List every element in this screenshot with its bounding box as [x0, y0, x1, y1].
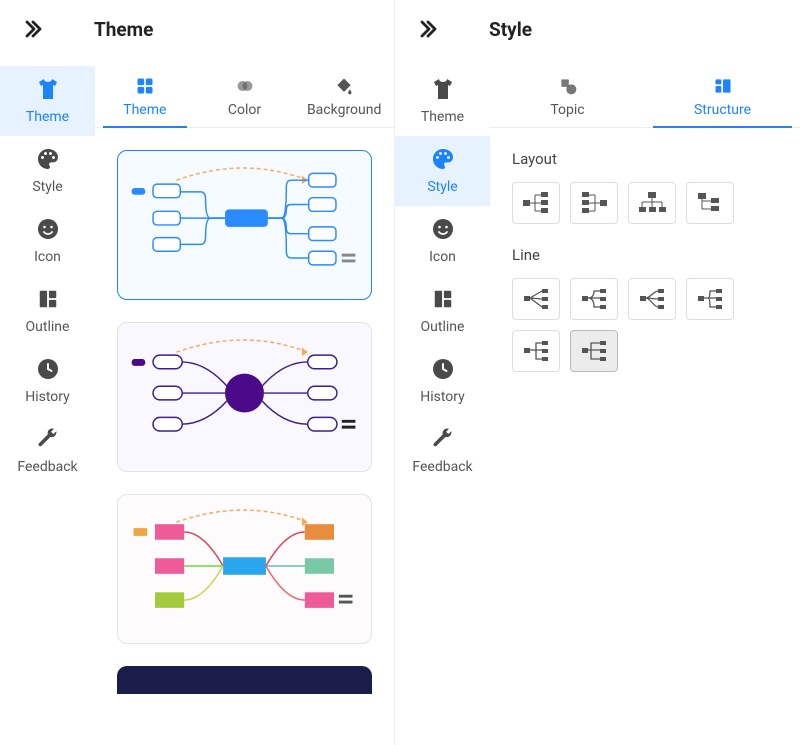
layout-left-tree[interactable]: [570, 182, 618, 224]
sidebar-item-label: Outline: [26, 319, 70, 335]
collapse-button[interactable]: [18, 15, 46, 43]
columns-icon: [713, 76, 733, 96]
smile-icon: [431, 217, 455, 241]
sidebar-item-history[interactable]: History: [395, 346, 490, 416]
layout-options: [512, 182, 778, 224]
right-content: Topic Structure Layout: [490, 58, 800, 745]
sidebar-item-label: Theme: [421, 109, 464, 125]
sidebar-item-icon[interactable]: Icon: [0, 206, 95, 276]
pane-title: Theme: [94, 18, 153, 41]
theme-preview-diagram: [118, 151, 371, 297]
sidebar-item-theme[interactable]: Theme: [0, 66, 95, 136]
right-pane-header: Style: [395, 0, 800, 58]
sidebar-item-label: Outline: [421, 319, 465, 335]
tab-label: Topic: [550, 102, 584, 118]
layout-icon: [36, 287, 60, 311]
sidebar-item-feedback[interactable]: Feedback: [0, 416, 95, 486]
theme-preview-diagram: [118, 323, 371, 469]
tab-color[interactable]: Color: [195, 66, 295, 127]
right-tabs: Topic Structure: [490, 66, 800, 128]
tab-label: Structure: [694, 102, 751, 118]
palette-icon: [36, 147, 60, 171]
sidebar-item-label: History: [420, 389, 465, 405]
sidebar-item-label: Theme: [26, 109, 69, 125]
left-pane: Theme Theme Style Icon: [0, 0, 395, 745]
theme-thumbnail-1[interactable]: [117, 150, 372, 300]
sidebar-item-style[interactable]: Style: [395, 136, 490, 206]
layout-right-tree[interactable]: [512, 182, 560, 224]
shapes-icon: [558, 76, 578, 96]
sidebar-item-outline[interactable]: Outline: [395, 276, 490, 346]
wrench-icon: [36, 427, 60, 451]
line-option-3[interactable]: [628, 278, 676, 320]
tab-label: Color: [228, 102, 261, 118]
left-tabs: Theme Color Background: [95, 66, 394, 128]
tab-background[interactable]: Background: [294, 66, 394, 127]
line-option-5[interactable]: [512, 330, 560, 372]
fill-icon: [334, 76, 354, 96]
tab-label: Theme: [123, 102, 166, 118]
palette-icon: [431, 147, 455, 171]
sidebar-item-label: Icon: [34, 249, 61, 265]
clock-icon: [431, 357, 455, 381]
line-option-4[interactable]: [686, 278, 734, 320]
line-option-2[interactable]: [570, 278, 618, 320]
sidebar-item-icon[interactable]: Icon: [395, 206, 490, 276]
layout-tree-down[interactable]: [686, 182, 734, 224]
clock-icon: [36, 357, 60, 381]
line-section: Line: [490, 224, 800, 372]
wrench-icon: [431, 427, 455, 451]
right-sidebar: Theme Style Icon Outline: [395, 58, 490, 745]
section-label-line: Line: [512, 246, 778, 264]
pane-title: Style: [489, 18, 532, 41]
sidebar-item-feedback[interactable]: Feedback: [395, 416, 490, 486]
line-options: [512, 278, 778, 372]
chevron-double-right-icon: [20, 17, 44, 41]
sidebar-item-history[interactable]: History: [0, 346, 95, 416]
sidebar-item-label: Icon: [429, 249, 456, 265]
sidebar-item-theme[interactable]: Theme: [395, 66, 490, 136]
smile-icon: [36, 217, 60, 241]
left-content: Theme Color Background: [95, 58, 394, 745]
line-option-1[interactable]: [512, 278, 560, 320]
overlap-circles-icon: [235, 76, 255, 96]
collapse-button[interactable]: [413, 15, 441, 43]
left-pane-header: Theme: [0, 0, 394, 58]
tab-label: Background: [307, 102, 381, 118]
chevron-double-right-icon: [415, 17, 439, 41]
shirt-icon: [431, 77, 455, 101]
theme-thumbnail-3[interactable]: [117, 494, 372, 644]
theme-preview-diagram: [118, 495, 371, 641]
tab-theme[interactable]: Theme: [95, 66, 195, 127]
shirt-icon: [36, 77, 60, 101]
sidebar-item-label: Style: [32, 179, 62, 195]
sidebar-item-label: Feedback: [17, 459, 77, 475]
sidebar-item-label: Feedback: [412, 459, 472, 475]
grid-icon: [135, 76, 155, 96]
sidebar-item-style[interactable]: Style: [0, 136, 95, 206]
layout-org-chart[interactable]: [628, 182, 676, 224]
right-pane: Style Theme Style Icon: [395, 0, 800, 745]
left-sidebar: Theme Style Icon Outline: [0, 58, 95, 745]
layout-icon: [431, 287, 455, 311]
theme-thumbnail-2[interactable]: [117, 322, 372, 472]
tab-structure[interactable]: Structure: [645, 66, 800, 127]
tab-topic[interactable]: Topic: [490, 66, 645, 127]
layout-section: Layout: [490, 128, 800, 224]
line-option-6[interactable]: [570, 330, 618, 372]
sidebar-item-label: History: [25, 389, 70, 405]
sidebar-item-label: Style: [427, 179, 457, 195]
sidebar-item-outline[interactable]: Outline: [0, 276, 95, 346]
theme-thumbnail-4[interactable]: [117, 666, 372, 694]
theme-thumbnails: [95, 128, 394, 745]
section-label-layout: Layout: [512, 150, 778, 168]
